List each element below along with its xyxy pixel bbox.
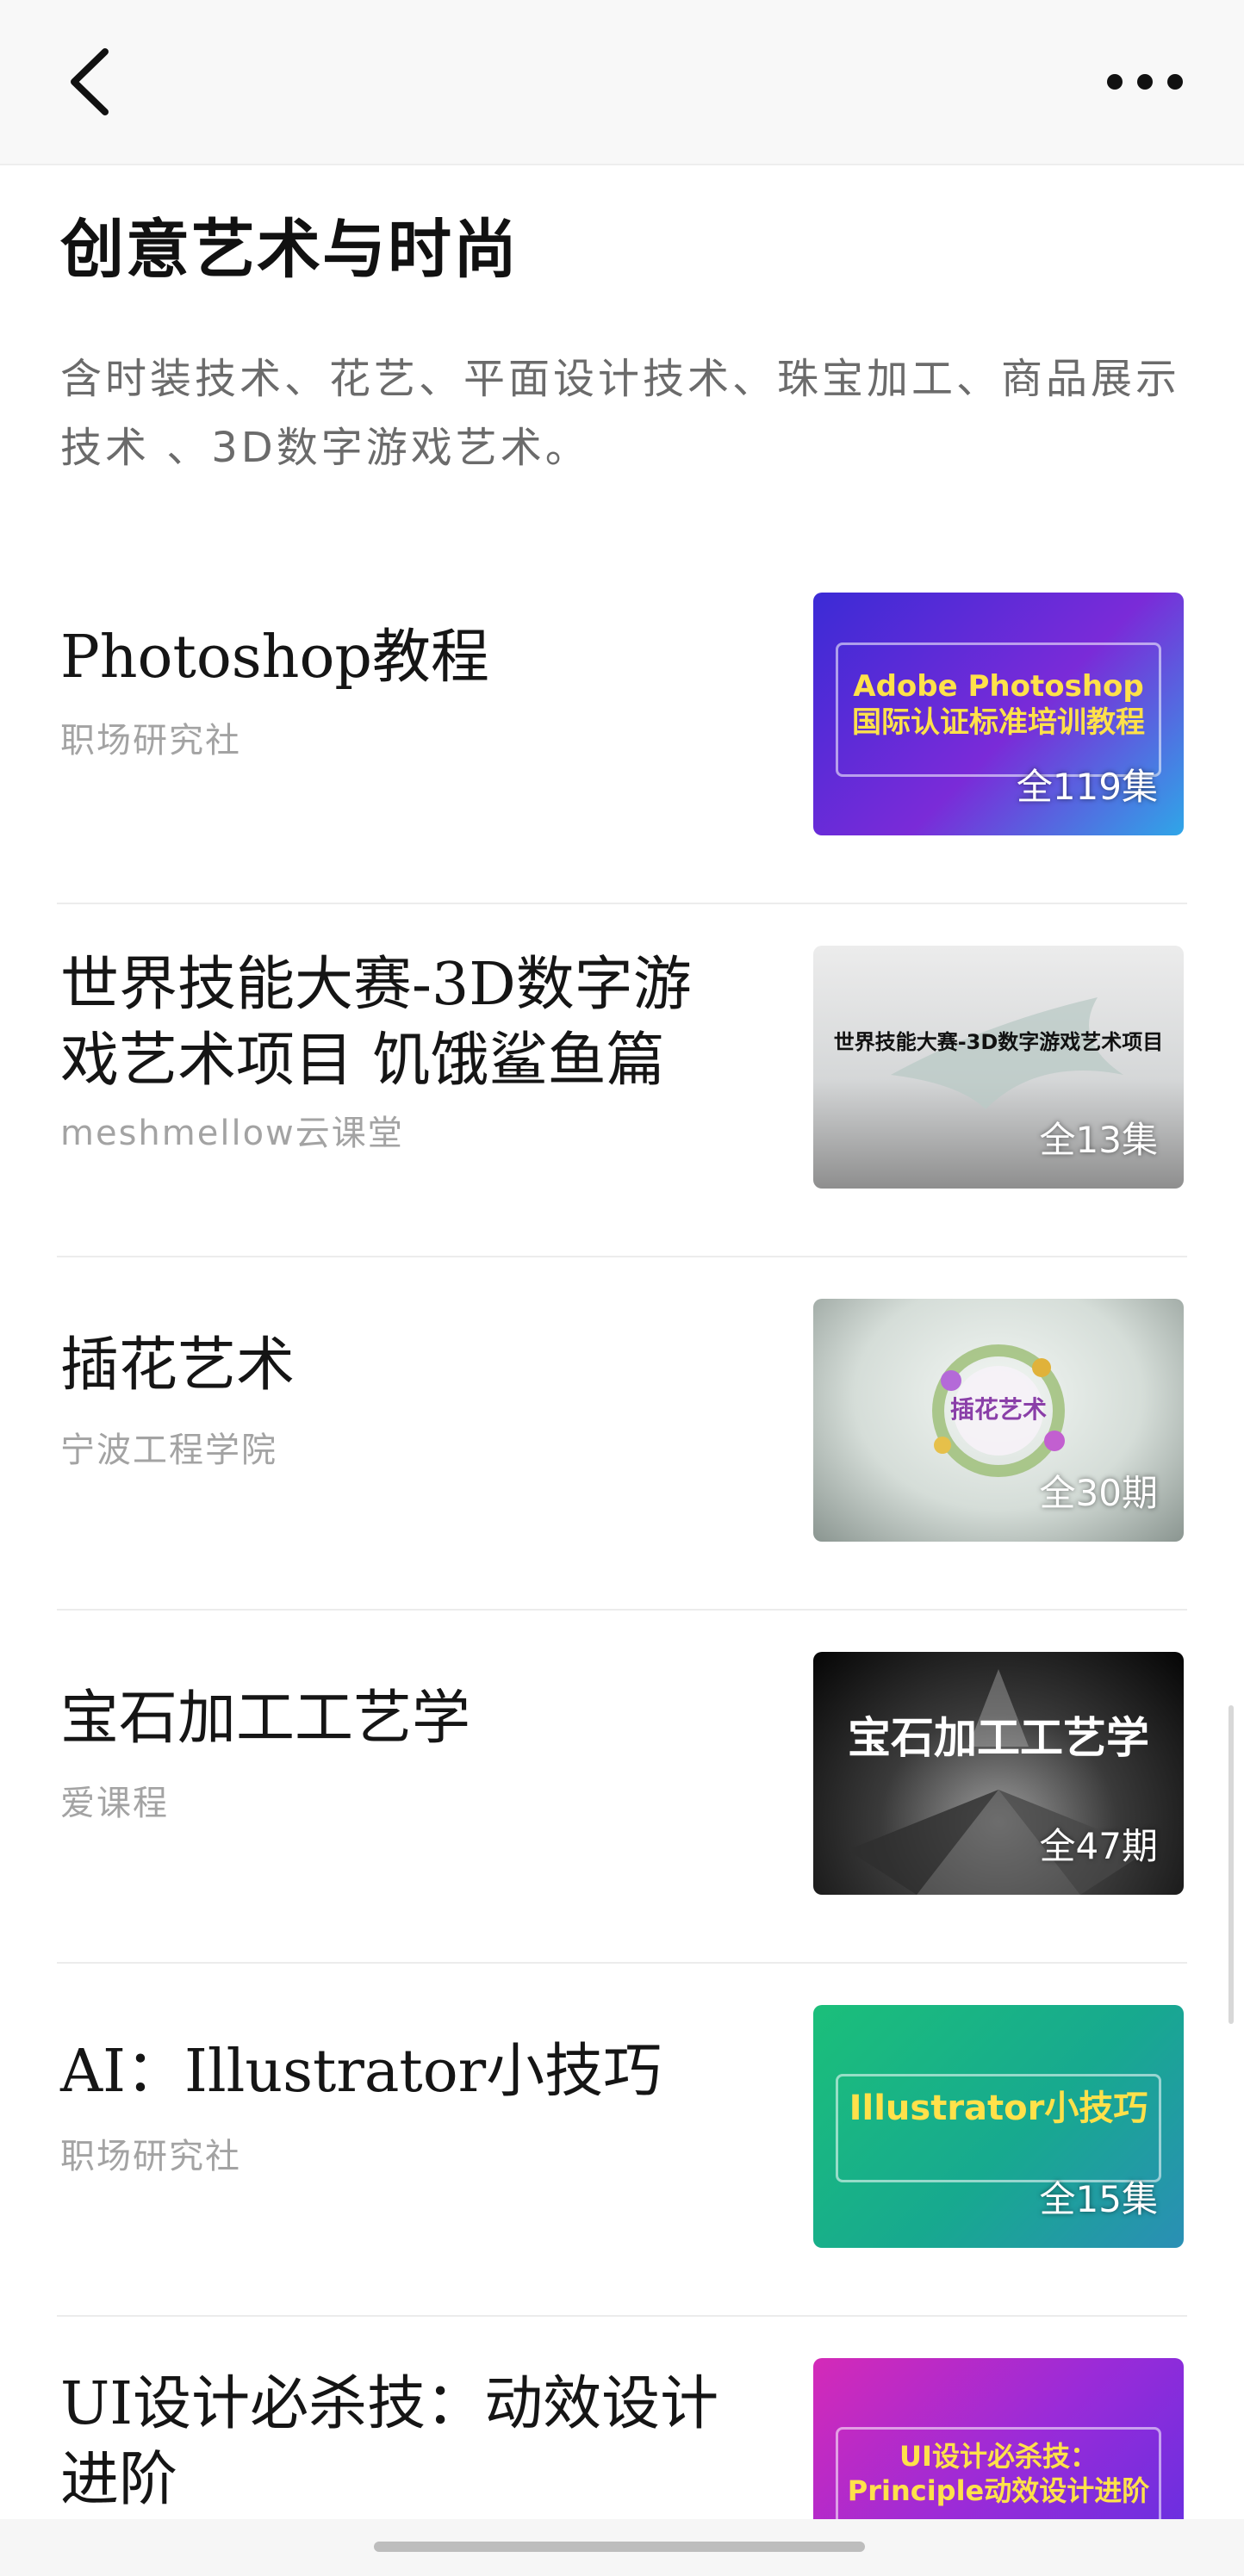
thumbnail-caption: 宝石加工工艺学 [848, 1712, 1149, 1763]
course-thumbnail[interactable]: UI设计必杀技： Principle动效设计进阶 [813, 2358, 1184, 2530]
more-options-button[interactable] [1098, 52, 1192, 112]
course-title: 插花艺术 [60, 1331, 295, 1400]
course-source: 爱课程 [60, 1784, 169, 1823]
chevron-left-icon [71, 48, 109, 115]
episode-count: 全30期 [1039, 1472, 1158, 1514]
course-title: 世界技能大赛-3D数字游戏艺术项目 饥饿鲨鱼篇 [60, 951, 692, 1095]
episode-count: 全13集 [1039, 1119, 1158, 1161]
page-title: 创意艺术与时尚 [60, 213, 519, 287]
course-title: Photoshop教程 [60, 624, 489, 692]
course-text: 世界技能大赛-3D数字游戏艺术项目 饥饿鲨鱼篇 meshmellow云课堂 [60, 947, 741, 1156]
course-thumbnail[interactable]: Adobe Photoshop 国际认证标准培训教程 全119集 [813, 593, 1184, 835]
course-title: UI设计必杀技：动效设计进阶 [60, 2370, 719, 2514]
course-thumbnail[interactable]: 插花艺术 全30期 [813, 1299, 1184, 1542]
course-item-worldskills-3d[interactable]: 世界技能大赛-3D数字游戏艺术项目 饥饿鲨鱼篇 meshmellow云课堂 世界… [0, 904, 1244, 1257]
course-item-flower-art[interactable]: 插花艺术 宁波工程学院 插花艺术 全30期 [0, 1257, 1244, 1611]
thumbnail-caption: Illustrator小技巧 [849, 2089, 1148, 2128]
scrollbar[interactable] [1228, 1705, 1234, 2024]
course-thumbnail[interactable]: Illustrator小技巧 全15集 [813, 2005, 1184, 2248]
thumbnail-caption: 世界技能大赛-3D数字游戏艺术项目 [833, 1030, 1164, 1054]
course-thumbnail[interactable]: 宝石加工工艺学 全47期 [813, 1652, 1184, 1895]
course-source: meshmellow云课堂 [60, 1114, 404, 1153]
page: 创意艺术与时尚 含时装技术、花艺、平面设计技术、珠宝加工、商品展示技术 、3D数… [0, 0, 1244, 2576]
course-title: AI：Illustrator小技巧 [60, 2038, 662, 2106]
page-description: 含时装技术、花艺、平面设计技术、珠宝加工、商品展示技术 、3D数字游戏艺术。 [60, 355, 1181, 472]
course-item-illustrator-tips[interactable]: AI：Illustrator小技巧 职场研究社 Illustrator小技巧 全… [0, 1964, 1244, 2317]
course-source: 职场研究社 [60, 2137, 241, 2176]
home-bar-area [0, 2519, 1244, 2576]
course-item-photoshop[interactable]: Photoshop教程 职场研究社 Adobe Photoshop 国际认证标准培… [0, 551, 1244, 904]
episode-count: 全15集 [1039, 2178, 1158, 2220]
top-navigation-bar [0, 0, 1244, 165]
thumbnail-caption: 插花艺术 [949, 1395, 1047, 1424]
course-text: Photoshop教程 职场研究社 [60, 620, 741, 763]
home-indicator[interactable] [374, 2542, 865, 2552]
thumbnail-caption: UI设计必杀技： Principle动效设计进阶 [847, 2440, 1150, 2507]
episode-count: 全119集 [1016, 766, 1158, 808]
course-text: AI：Illustrator小技巧 职场研究社 [60, 2034, 741, 2179]
course-text: 插花艺术 宁波工程学院 [60, 1328, 741, 1473]
back-button[interactable] [52, 34, 129, 129]
course-thumbnail[interactable]: 世界技能大赛-3D数字游戏艺术项目 全13集 [813, 946, 1184, 1189]
course-source: 职场研究社 [60, 721, 241, 760]
course-list: Photoshop教程 职场研究社 Adobe Photoshop 国际认证标准培… [0, 551, 1244, 2576]
course-source: 宁波工程学院 [60, 1431, 277, 1470]
thumbnail-caption: Adobe Photoshop 国际认证标准培训教程 [852, 669, 1145, 740]
more-horizontal-icon [1107, 74, 1183, 90]
course-text: 宝石加工工艺学 爱课程 [60, 1681, 741, 1826]
episode-count: 全47期 [1039, 1825, 1158, 1867]
course-item-gem-processing[interactable]: 宝石加工工艺学 爱课程 宝石加工工艺学 全47期 [0, 1611, 1244, 1964]
course-text: UI设计必杀技：动效设计进阶 [60, 2367, 741, 2518]
course-title: 宝石加工工艺学 [60, 1685, 471, 1753]
